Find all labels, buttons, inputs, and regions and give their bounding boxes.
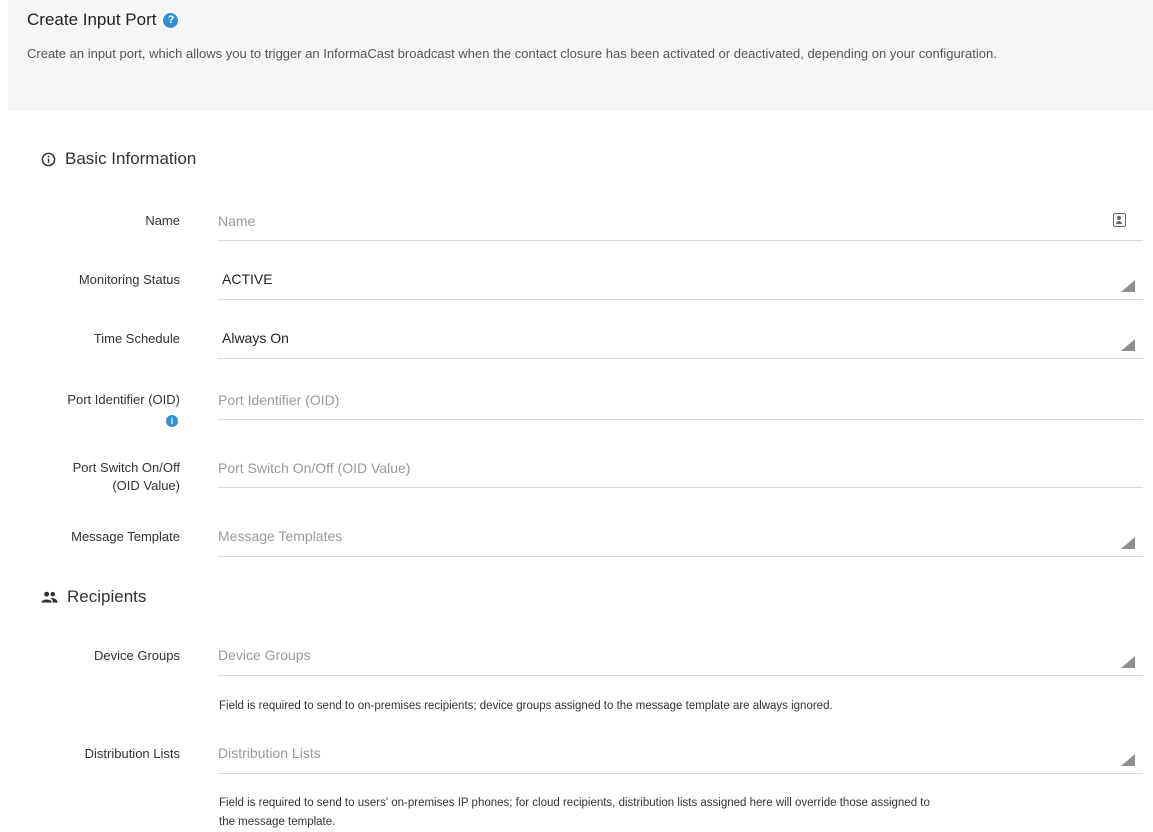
distribution-lists-helper-line1: Field is required to send to users' on-p…: [219, 797, 930, 809]
port-switch-label-line2: (OID Value): [112, 478, 180, 493]
message-template-placeholder: Message Templates: [218, 528, 343, 544]
monitoring-status-select[interactable]: ACTIVE: [218, 260, 1143, 300]
time-schedule-select[interactable]: Always On: [218, 319, 1143, 359]
dropdown-arrow-icon: [1121, 339, 1135, 351]
monitoring-status-label: Monitoring Status: [78, 272, 180, 287]
message-template-select[interactable]: Message Templates: [218, 517, 1143, 557]
dropdown-arrow-icon: [1121, 656, 1135, 668]
port-identifier-info-wrap: i: [20, 411, 180, 429]
people-icon: [41, 591, 58, 603]
dropdown-arrow-icon: [1121, 280, 1135, 292]
dropdown-arrow-icon: [1121, 537, 1135, 549]
time-schedule-label: Time Schedule: [93, 331, 180, 346]
page-title-wrap: Create Input Port ?: [27, 10, 179, 30]
port-identifier-field: [218, 380, 1143, 420]
section-title: Basic Information: [65, 149, 197, 168]
port-switch-label: Port Switch On/Off (OID Value): [20, 459, 180, 495]
distribution-lists-label: Distribution Lists: [84, 746, 180, 761]
device-groups-helper: Field is required to send to on-premises…: [219, 700, 833, 712]
page-header: Create Input Port ? Create an input port…: [8, 0, 1153, 111]
port-switch-label-line1: Port Switch On/Off: [72, 460, 180, 475]
distribution-lists-helper-line2: the message template.: [219, 816, 336, 828]
distribution-lists-placeholder: Distribution Lists: [218, 745, 321, 761]
name-input[interactable]: [218, 209, 1078, 233]
port-switch-field: [218, 448, 1143, 488]
port-identifier-label: Port Identifier (OID): [67, 392, 180, 407]
port-identifier-input[interactable]: [218, 388, 1078, 412]
device-groups-placeholder: Device Groups: [218, 647, 311, 663]
info-icon[interactable]: i: [166, 415, 178, 427]
device-groups-select[interactable]: Device Groups: [218, 636, 1143, 676]
section-recipients: Recipients: [41, 587, 146, 607]
dropdown-arrow-icon: [1121, 754, 1135, 766]
section-basic-information: Basic Information: [41, 149, 196, 169]
distribution-lists-select[interactable]: Distribution Lists: [218, 734, 1143, 774]
section-title: Recipients: [67, 587, 147, 606]
contact-card-icon[interactable]: [1113, 213, 1126, 227]
name-label: Name: [145, 213, 180, 228]
page-description: Create an input port, which allows you t…: [27, 46, 997, 61]
help-icon[interactable]: ?: [163, 12, 179, 28]
monitoring-status-value: ACTIVE: [222, 271, 273, 287]
name-field: [218, 201, 1143, 241]
port-identifier-label-wrap: Port Identifier (OID) i: [20, 391, 180, 429]
distribution-lists-helper: Field is required to send to users' on-p…: [219, 794, 930, 832]
time-schedule-value: Always On: [222, 330, 289, 346]
port-switch-input[interactable]: [218, 456, 1078, 480]
page-title: Create Input Port: [27, 10, 157, 29]
info-circle-icon: [41, 152, 56, 167]
device-groups-label: Device Groups: [94, 648, 180, 663]
message-template-label: Message Template: [71, 529, 180, 544]
